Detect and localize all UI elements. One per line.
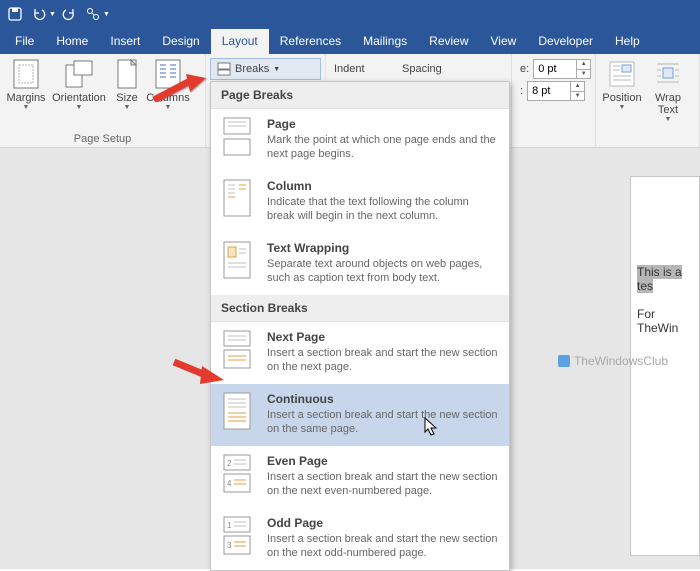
- dropdown-item-title: Even Page: [267, 454, 499, 468]
- text-wrapping-break-icon: [221, 241, 255, 279]
- watermark: TheWindowsClub: [558, 354, 668, 368]
- tab-mailings[interactable]: Mailings: [352, 29, 418, 54]
- dropdown-item-text-wrapping[interactable]: Text Wrapping Separate text around objec…: [211, 233, 509, 295]
- svg-text:2: 2: [227, 459, 232, 468]
- dropdown-item-page[interactable]: Page Mark the point at which one page en…: [211, 109, 509, 171]
- annotation-arrow-continuous: [172, 356, 226, 386]
- dropdown-header-section-breaks: Section Breaks: [211, 295, 509, 322]
- customize-qat-icon[interactable]: [82, 3, 104, 25]
- margins-icon: [10, 58, 42, 90]
- undo-icon[interactable]: [28, 3, 50, 25]
- tab-file[interactable]: File: [4, 29, 45, 54]
- document-line-2: For TheWin: [637, 307, 678, 335]
- document-line-1: This is a tes: [637, 265, 682, 293]
- breaks-button[interactable]: Breaks ▼: [210, 58, 321, 80]
- qat-dropdown-icon[interactable]: ▼: [103, 11, 110, 18]
- wrap-text-icon: [652, 58, 684, 90]
- position-icon: [606, 58, 638, 90]
- wrap-text-label: Wrap Text: [646, 92, 690, 116]
- dropdown-item-title: Odd Page: [267, 516, 499, 530]
- group-spacing-values: e: ▲▼ : ▲▼: [512, 54, 596, 147]
- tab-layout[interactable]: Layout: [211, 29, 269, 54]
- tab-help[interactable]: Help: [604, 29, 651, 54]
- group-arrange: Position ▼ Wrap Text ▼: [596, 54, 700, 147]
- dropdown-item-odd-page[interactable]: 13 Odd Page Insert a section break and s…: [211, 508, 509, 570]
- dropdown-item-desc: Separate text around objects on web page…: [267, 257, 499, 285]
- group-label-pagesetup: Page Setup: [4, 131, 201, 147]
- dropdown-item-next-page[interactable]: Next Page Insert a section break and sta…: [211, 322, 509, 384]
- undo-dropdown-icon[interactable]: ▼: [49, 11, 56, 18]
- dropdown-item-title: Continuous: [267, 392, 499, 406]
- chevron-down-icon: ▼: [273, 66, 280, 73]
- spacing-before-input[interactable]: ▲▼: [533, 59, 591, 79]
- chevron-down-icon: ▼: [23, 104, 30, 111]
- spacing-label: Spacing: [398, 58, 466, 80]
- orientation-button[interactable]: Orientation ▼: [50, 56, 108, 111]
- dropdown-item-title: Text Wrapping: [267, 241, 499, 255]
- chevron-down-icon: ▼: [665, 116, 672, 123]
- tab-view[interactable]: View: [480, 29, 528, 54]
- dropdown-header-page-breaks: Page Breaks: [211, 82, 509, 109]
- redo-icon[interactable]: [58, 3, 80, 25]
- watermark-text: TheWindowsClub: [574, 354, 668, 368]
- dropdown-item-desc: Insert a section break and start the new…: [267, 346, 499, 374]
- chevron-down-icon: ▼: [124, 104, 131, 111]
- indent-label: Indent: [330, 58, 398, 80]
- even-page-break-icon: 24: [221, 454, 255, 492]
- dropdown-item-desc: Insert a section break and start the new…: [267, 408, 499, 436]
- continuous-break-icon: [221, 392, 255, 430]
- tab-review[interactable]: Review: [418, 29, 479, 54]
- watermark-icon: [558, 355, 570, 367]
- tab-insert[interactable]: Insert: [99, 29, 151, 54]
- orientation-label: Orientation: [52, 92, 106, 104]
- size-button[interactable]: Size ▼: [110, 56, 144, 111]
- titlebar: ▼ ▼: [0, 0, 700, 28]
- spacing-after-input[interactable]: ▲▼: [527, 81, 585, 101]
- page-break-icon: [221, 117, 255, 155]
- margins-label: Margins: [6, 92, 45, 104]
- svg-text:4: 4: [227, 479, 232, 488]
- breaks-dropdown: Page Breaks Page Mark the point at which…: [210, 81, 510, 571]
- dropdown-item-column[interactable]: Column Indicate that the text following …: [211, 171, 509, 233]
- position-button[interactable]: Position ▼: [600, 56, 644, 123]
- size-icon: [111, 58, 143, 90]
- dropdown-item-even-page[interactable]: 24 Even Page Insert a section break and …: [211, 446, 509, 508]
- spacing-before-label: e:: [520, 63, 529, 75]
- dropdown-item-continuous[interactable]: Continuous Insert a section break and st…: [211, 384, 509, 446]
- wrap-text-button[interactable]: Wrap Text ▼: [646, 56, 690, 123]
- annotation-arrow-breaks: [150, 72, 210, 106]
- size-label: Size: [116, 92, 137, 104]
- svg-text:1: 1: [227, 521, 232, 530]
- odd-page-break-icon: 13: [221, 516, 255, 554]
- ribbon-tabs: File Home Insert Design Layout Reference…: [0, 28, 700, 54]
- chevron-down-icon: ▼: [619, 104, 626, 111]
- breaks-label: Breaks: [235, 63, 269, 75]
- next-page-break-icon: [221, 330, 255, 368]
- tab-references[interactable]: References: [269, 29, 352, 54]
- chevron-down-icon: ▼: [76, 104, 83, 111]
- dropdown-item-title: Page: [267, 117, 499, 131]
- tab-developer[interactable]: Developer: [527, 29, 604, 54]
- column-break-icon: [221, 179, 255, 217]
- breaks-icon: [217, 62, 231, 76]
- tab-home[interactable]: Home: [45, 29, 99, 54]
- autosave-icon[interactable]: [4, 3, 26, 25]
- dropdown-item-desc: Indicate that the text following the col…: [267, 195, 499, 223]
- spacing-after-label: :: [520, 85, 523, 97]
- dropdown-item-desc: Mark the point at which one page ends an…: [267, 133, 499, 161]
- dropdown-item-desc: Insert a section break and start the new…: [267, 532, 499, 560]
- tab-design[interactable]: Design: [151, 29, 210, 54]
- dropdown-item-title: Column: [267, 179, 499, 193]
- mouse-cursor-icon: [424, 417, 440, 437]
- margins-button[interactable]: Margins ▼: [4, 56, 48, 111]
- orientation-icon: [63, 58, 95, 90]
- svg-text:3: 3: [227, 541, 232, 550]
- dropdown-item-desc: Insert a section break and start the new…: [267, 470, 499, 498]
- dropdown-item-title: Next Page: [267, 330, 499, 344]
- position-label: Position: [602, 92, 641, 104]
